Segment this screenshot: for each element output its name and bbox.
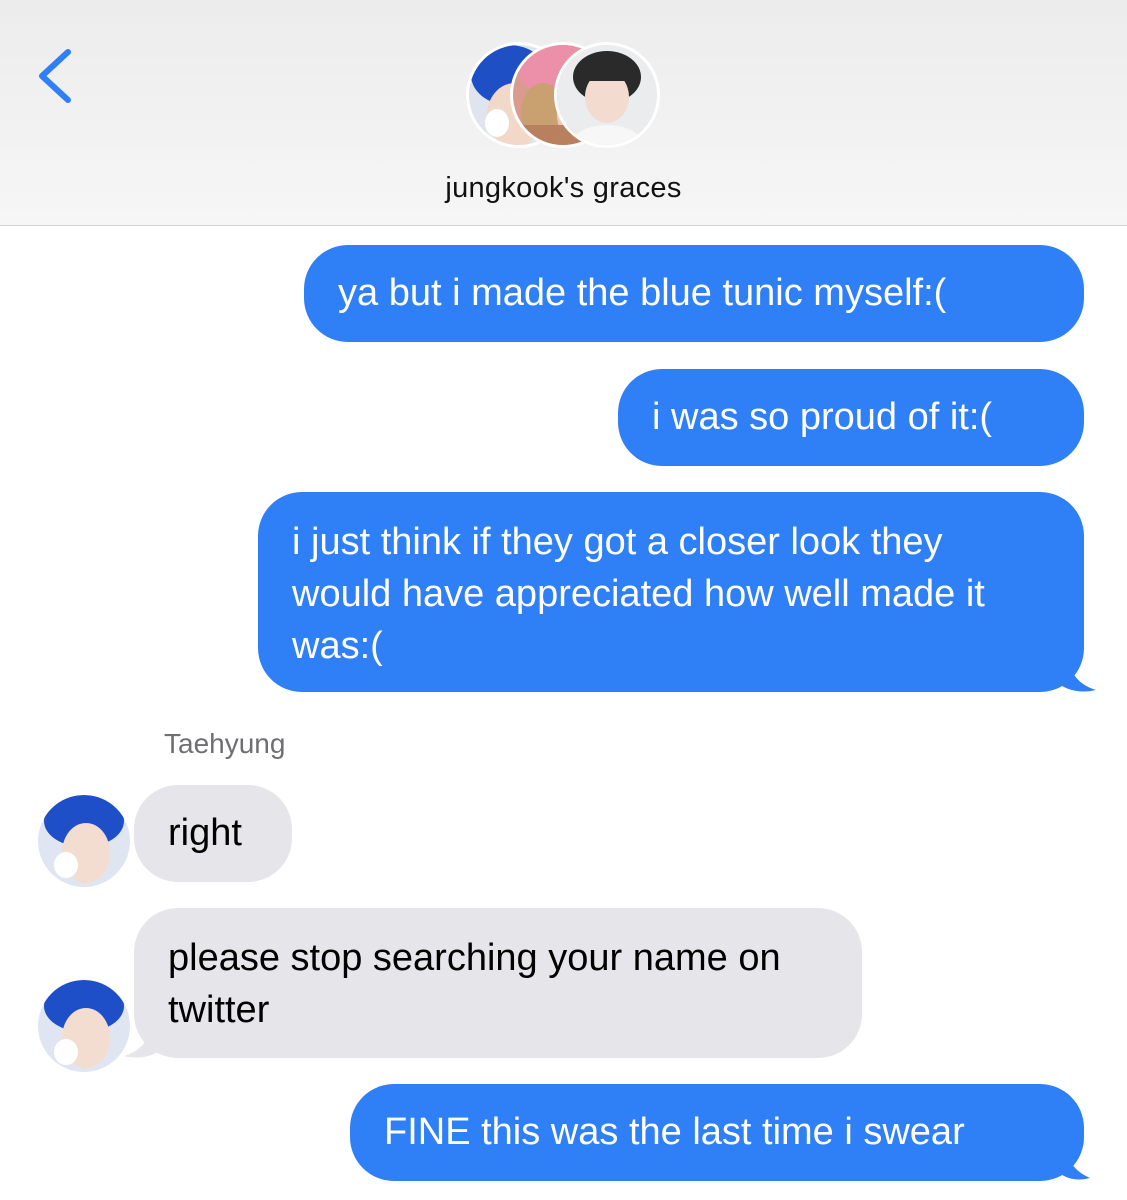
message-bubble-received[interactable]: please stop searching your name on twitt…: [124, 908, 862, 1058]
message-bubble-sent[interactable]: i just think if they got a closer look t…: [258, 492, 1096, 692]
back-button[interactable]: [30, 44, 80, 108]
bubble-tail: [1054, 650, 1096, 692]
sender-avatar[interactable]: [38, 795, 130, 887]
group-title[interactable]: jungkook's graces: [0, 172, 1127, 205]
sender-name: Taehyung: [164, 728, 286, 759]
message-text: please stop searching your name on twitt…: [168, 937, 781, 1031]
group-avatar-stack[interactable]: [466, 42, 666, 154]
message-bubble-received[interactable]: right: [134, 785, 292, 882]
message-text: i was so proud of it:(: [652, 396, 993, 438]
participant-avatar-3: [554, 42, 660, 148]
message-text: i just think if they got a closer look t…: [292, 521, 985, 667]
bubble-tail: [124, 1016, 166, 1058]
message-bubble-sent[interactable]: ya but i made the blue tunic myself:(: [304, 245, 1084, 342]
chevron-left-icon: [39, 49, 71, 103]
bubble-tail: [1054, 1140, 1090, 1180]
message-text: FINE this was the last time i swear: [384, 1111, 965, 1153]
message-bubble-sent[interactable]: i was so proud of it:(: [618, 369, 1084, 466]
message-text: right: [168, 812, 242, 854]
sender-avatar[interactable]: [38, 980, 130, 1072]
message-bubble-sent[interactable]: FINE this was the last time i swear: [350, 1084, 1090, 1181]
message-text: ya but i made the blue tunic myself:(: [338, 272, 947, 314]
conversation-header: jungkook's graces: [0, 0, 1127, 226]
